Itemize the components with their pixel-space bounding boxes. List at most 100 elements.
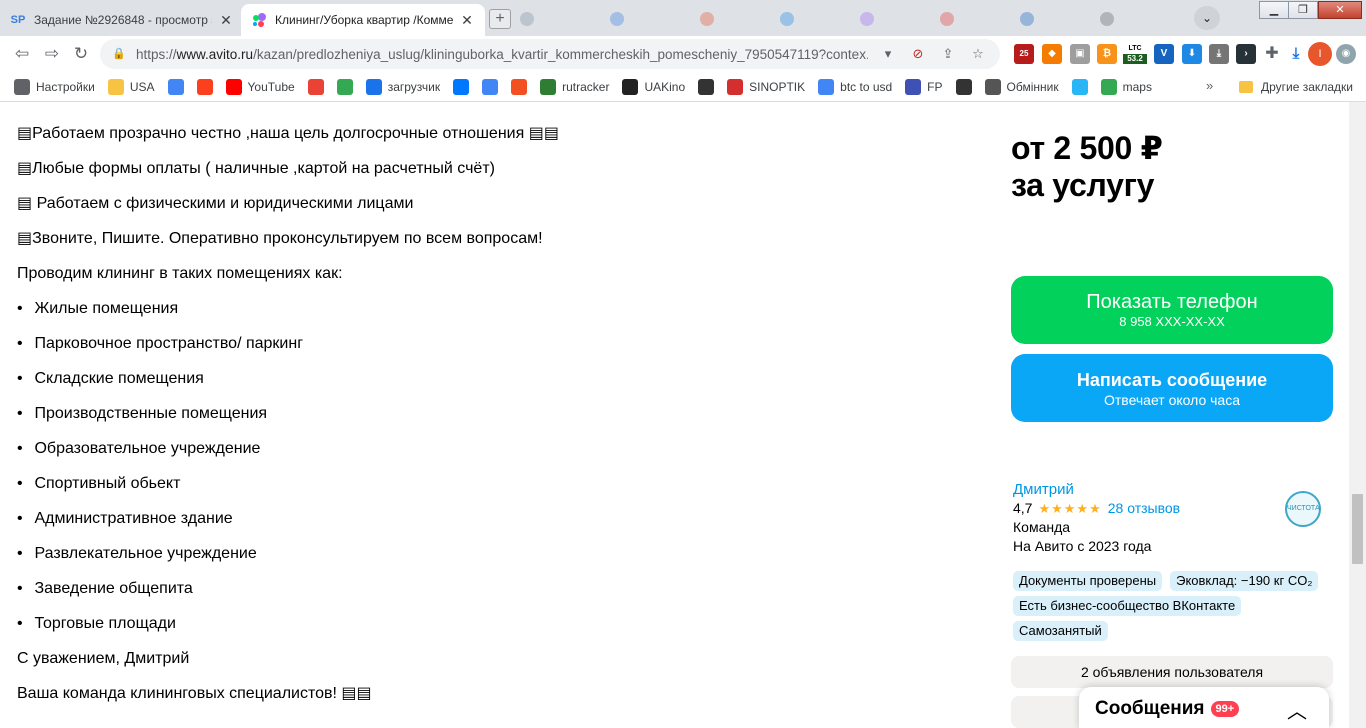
extension-coin-icon[interactable]: ₿ (1097, 44, 1117, 64)
list-item-text: Парковочное пространство/ паркинг (34, 335, 304, 352)
extension-red-icon[interactable]: 25 (1014, 44, 1034, 64)
chevron-up-icon[interactable]: ︿ (1287, 695, 1307, 724)
bookmark-item[interactable] (196, 78, 219, 95)
reload-button[interactable]: ↻ (69, 42, 93, 66)
chess-icon (698, 78, 715, 95)
price-value: от 2 500 ₽ (1011, 130, 1163, 166)
reviews-link[interactable]: 28 отзывов (1108, 499, 1180, 518)
bookmark-item[interactable] (167, 78, 190, 95)
seller-logo[interactable]: ЧИСТОТА (1285, 491, 1321, 527)
bookmarks-bar: Настройки USA YouTube загрузчик rutracker UAK… (0, 72, 1366, 102)
page-scrollbar[interactable] (1349, 102, 1366, 728)
close-icon[interactable]: ✕ (459, 12, 475, 29)
chevron-down-icon[interactable]: ⌄ (1194, 6, 1220, 30)
sp-favicon: SP (10, 14, 26, 26)
tab-collapsed[interactable] (520, 9, 590, 29)
bookmark-item[interactable] (698, 78, 720, 95)
back-button[interactable]: ⇦ (10, 42, 34, 66)
dropdown-arrow-icon[interactable]: ▾ (878, 46, 898, 62)
exchange-icon (984, 78, 1001, 95)
rutracker-icon (540, 78, 557, 95)
bookmark-item[interactable]: maps (1100, 78, 1152, 95)
extension-terminal-icon[interactable]: › (1236, 44, 1256, 64)
bookmark-item[interactable] (453, 78, 475, 95)
tab-avito[interactable]: Клининг/Уборка квартир /Комме ✕ (241, 4, 485, 36)
tab-collapsed[interactable] (780, 9, 850, 29)
bookmark-item[interactable]: загрузчик (365, 78, 440, 95)
list-item-text: Торговые площади (34, 615, 176, 632)
closing-line: С уважением, Дмитрий (17, 650, 190, 667)
extension-save-icon[interactable]: ⤓ (1209, 44, 1229, 64)
bullet: • (17, 475, 23, 492)
bookmark-label: btc to usd (840, 79, 893, 94)
close-icon[interactable]: ✕ (218, 12, 234, 29)
restore-button[interactable]: ❐ (1288, 1, 1318, 19)
uakino-icon (622, 78, 639, 95)
avito-dots-icon (251, 12, 267, 28)
tab-collapsed[interactable] (1020, 9, 1090, 29)
bookmark-item[interactable]: UAKino (622, 78, 685, 95)
bookmarks-overflow-button[interactable]: » (1206, 78, 1213, 93)
messenger-bar[interactable]: Сообщения 99+ ︿ (1079, 687, 1329, 728)
other-bookmarks[interactable]: Другие закладки (1239, 72, 1353, 102)
address-bar[interactable]: 🔒 https://www.avito.ru/kazan/predlozheni… (100, 39, 1000, 69)
new-tab-button[interactable]: + (489, 9, 511, 29)
tab-title: Клининг/Уборка квартир /Комме (275, 13, 453, 27)
tab-collapsed[interactable] (700, 9, 770, 29)
bookmark-item[interactable] (482, 78, 504, 95)
extension-ltc-icon[interactable]: LTC 53.2 (1123, 44, 1147, 64)
google-icon (167, 78, 184, 95)
badge-eco[interactable]: Эковклад: −190 кг CO₂ (1170, 571, 1319, 591)
tab-collapsed[interactable] (1100, 9, 1170, 29)
bookmark-item[interactable] (307, 78, 330, 95)
bookmark-item[interactable]: SINOPTIK (727, 78, 805, 95)
bookmark-item[interactable] (336, 78, 359, 95)
extension-download-icon[interactable]: ⬇ (1182, 44, 1202, 64)
bookmark-item[interactable]: YouTube (225, 78, 295, 95)
bullet: • (17, 405, 23, 422)
extension-globe-icon[interactable]: ◉ (1336, 44, 1356, 64)
folder-icon (1239, 81, 1253, 93)
tab-collapsed[interactable] (610, 9, 680, 29)
badge-documents[interactable]: Документы проверены (1013, 571, 1163, 591)
blocked-icon[interactable]: ⊘ (908, 46, 928, 62)
profile-avatar[interactable]: I (1308, 42, 1332, 66)
list-item-text: Образовательное учреждение (34, 440, 261, 457)
write-message-button[interactable]: Написать сообщение Отвечает около часа (1011, 354, 1333, 422)
tab-task[interactable]: SP Задание №2926848 - просмотр з ✕ (0, 4, 244, 36)
badge-vk[interactable]: Есть бизнес-сообщество ВКонтакте (1013, 596, 1242, 616)
extension-shield-icon[interactable]: ◆ (1042, 44, 1062, 64)
bc-icon (955, 78, 972, 95)
star-icon[interactable]: ☆ (968, 46, 988, 62)
bookmark-item[interactable]: Настройки (14, 78, 95, 95)
extension-briefcase-icon[interactable]: ▣ (1070, 44, 1090, 64)
bookmark-item[interactable]: FP (905, 78, 943, 95)
bookmark-item[interactable]: btc to usd (818, 78, 893, 95)
downloads-icon[interactable]: ⤓ (1286, 44, 1306, 64)
bookmark-item[interactable]: USA (107, 78, 155, 95)
bookmark-item[interactable]: rutracker (540, 78, 609, 95)
bookmark-item[interactable] (1071, 78, 1094, 95)
bookmark-item[interactable]: Обмінник (984, 78, 1059, 95)
show-phone-button[interactable]: Показать телефон 8 958 XXX-XX-XX (1011, 276, 1333, 344)
url-text[interactable]: https://www.avito.ru/kazan/predlozheniya… (136, 47, 868, 62)
tab-collapsed[interactable] (860, 9, 930, 29)
forward-button[interactable]: ⇨ (40, 42, 64, 66)
window-close-button[interactable]: ✕ (1318, 1, 1362, 19)
extension-v-icon[interactable]: V (1154, 44, 1174, 64)
list-item: • Парковочное пространство/ паркинг (17, 326, 977, 361)
list-item: • Административное здание (17, 501, 977, 536)
scrollbar-thumb[interactable] (1352, 494, 1363, 564)
extensions-puzzle-icon[interactable]: ✚ (1262, 44, 1282, 64)
lock-icon[interactable]: 🔒 (112, 47, 126, 61)
seller-listings-button[interactable]: 2 объявления пользователя (1011, 656, 1333, 688)
badge-selfemployed[interactable]: Самозанятый (1013, 621, 1108, 641)
minimize-button[interactable]: ▁ (1259, 1, 1289, 19)
bookmark-item[interactable] (955, 78, 978, 95)
infinity-icon (365, 78, 382, 95)
share-icon[interactable]: ⇪ (938, 46, 958, 62)
bookmark-item[interactable] (511, 78, 533, 95)
tab-collapsed[interactable] (940, 9, 1010, 29)
write-message-label: Написать сообщение (1076, 370, 1268, 390)
seller-name[interactable]: Дмитрий (1013, 480, 1333, 499)
